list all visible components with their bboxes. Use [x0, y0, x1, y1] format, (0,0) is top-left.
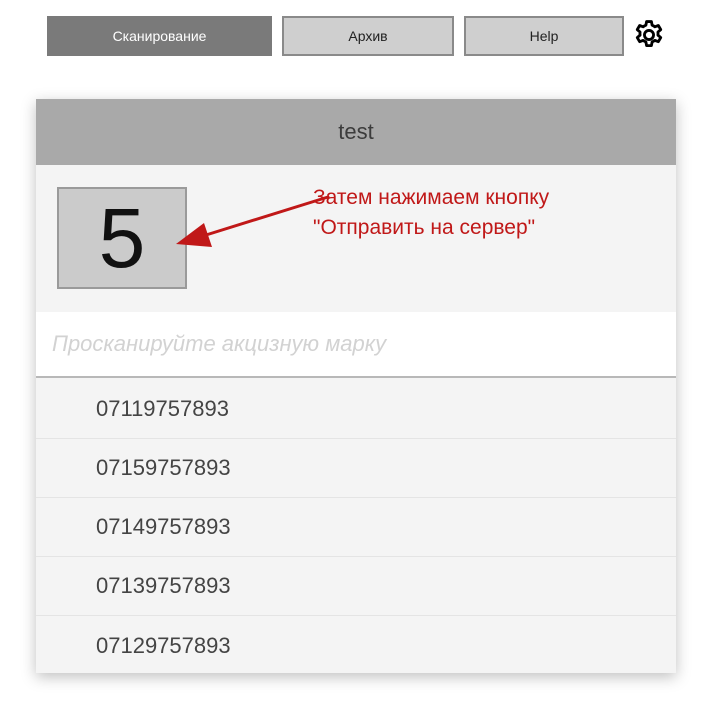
list-item[interactable]: 07139757893 [36, 557, 676, 616]
excise-stamp-input[interactable] [36, 312, 676, 378]
list-item[interactable]: 07129757893 [36, 616, 676, 675]
list-item[interactable]: 07119757893 [36, 380, 676, 439]
gear-icon[interactable] [632, 18, 666, 52]
list-item[interactable]: 07159757893 [36, 439, 676, 498]
arrow-annotation [176, 195, 330, 247]
send-to-server-button[interactable]: 5 [57, 187, 187, 289]
instruction-annotation: Затем нажимаем кнопку "Отправить на серв… [313, 183, 549, 243]
list-item[interactable]: 07149757893 [36, 498, 676, 557]
tab-archive[interactable]: Архив [282, 16, 454, 56]
scanned-codes-list: 07119757893 07159757893 07149757893 0713… [36, 380, 676, 675]
tab-scan[interactable]: Сканирование [47, 16, 272, 56]
card-title: test [36, 99, 676, 165]
scan-card: test 5 Затем нажимаем кнопку "Отправить … [36, 99, 676, 673]
tab-help[interactable]: Help [464, 16, 624, 56]
annotation-line-1: Затем нажимаем кнопку [313, 186, 550, 209]
annotation-line-2: "Отправить на сервер" [313, 216, 536, 239]
